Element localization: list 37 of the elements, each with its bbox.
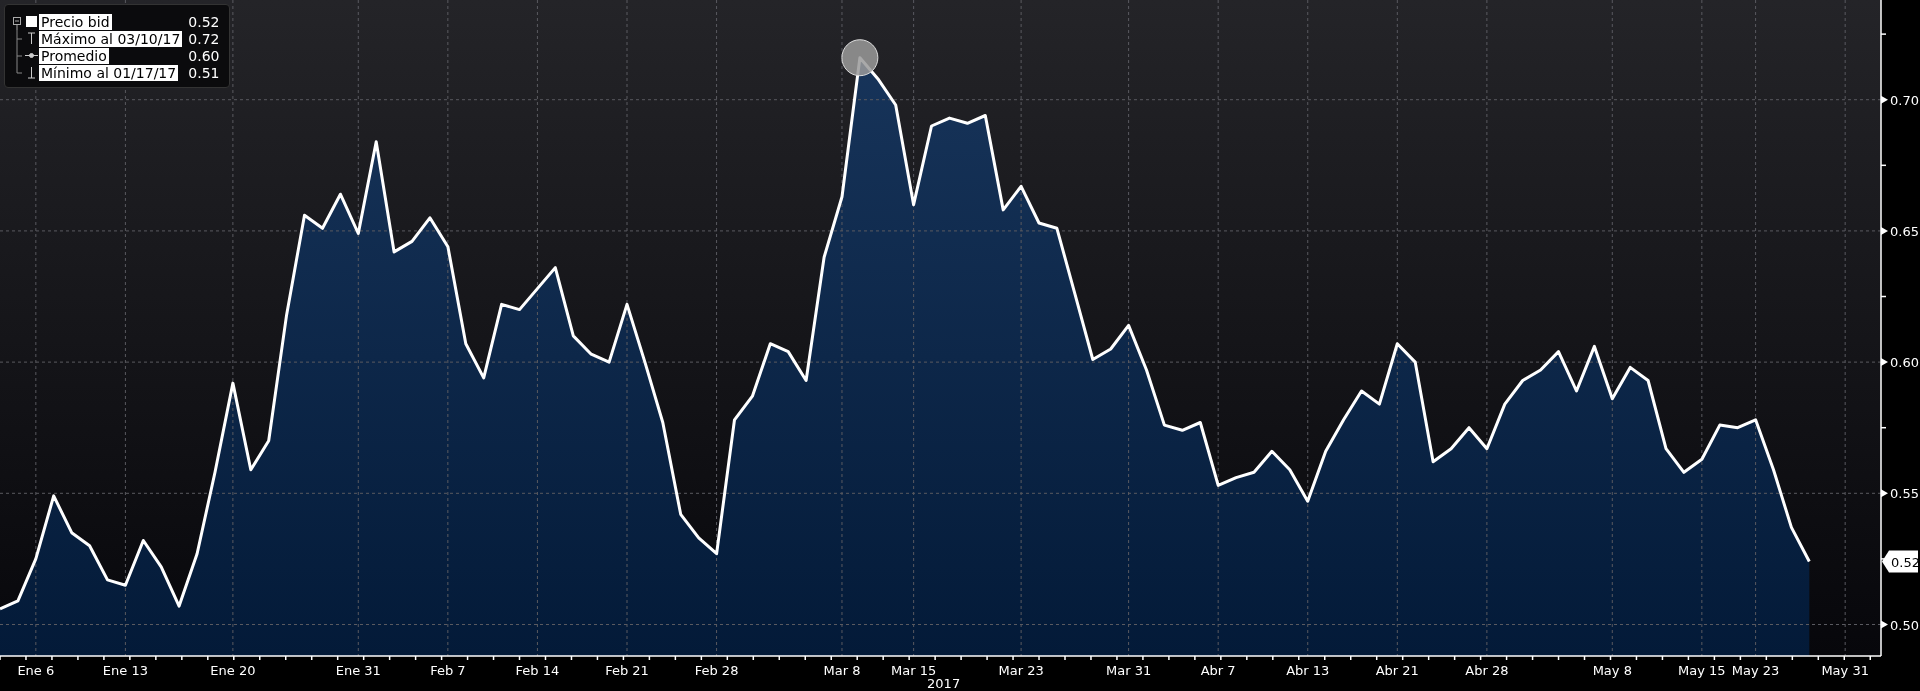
legend-label: Máximo al 03/10/17 — [39, 30, 183, 47]
x-tick-label: Ene 31 — [335, 663, 381, 678]
x-tick-label: Feb 28 — [694, 663, 739, 678]
x-tick-label: May 15 — [1678, 663, 1726, 678]
year-label: 2017 — [927, 676, 961, 691]
x-tick-label: May 23 — [1731, 663, 1780, 678]
y-tick-label: 0.60 — [1890, 355, 1919, 371]
x-tick-label: Abr 13 — [1286, 663, 1330, 678]
legend-label: Mínimo al 01/17/17 — [39, 64, 179, 81]
x-tick-label: Mar 31 — [1106, 663, 1152, 678]
x-tick-label: Mar 23 — [998, 663, 1044, 678]
x-tick-label: Feb 14 — [515, 663, 560, 678]
x-tick-label: Mar 15 — [891, 663, 937, 678]
peak-marker — [841, 39, 879, 77]
x-tick-label: Mar 8 — [823, 663, 861, 678]
y-tick-label: 0.55 — [1890, 486, 1919, 502]
legend-value: 0.60 — [187, 47, 220, 64]
legend-label: Precio bid — [39, 13, 112, 30]
x-tick-label: Ene 20 — [210, 663, 256, 678]
y-tick-label: 0.50 — [1890, 617, 1919, 633]
legend-value: 0.51 — [187, 64, 220, 81]
legend-value: 0.72 — [187, 30, 220, 47]
legend-value: 0.52 — [187, 13, 220, 30]
x-tick-label: Feb 21 — [605, 663, 649, 678]
x-tick-label: May 31 — [1821, 663, 1869, 678]
collapse-icon[interactable] — [11, 13, 39, 30]
x-tick-label: Abr 21 — [1375, 663, 1419, 678]
x-tick-label: May 8 — [1592, 663, 1632, 678]
y-tick-label: 0.70 — [1890, 92, 1919, 108]
x-tick-label: Feb 7 — [430, 663, 466, 678]
x-tick-label: Ene 13 — [102, 663, 148, 678]
last-value-flag: 0.52 — [1882, 550, 1920, 573]
x-tick-label: Abr 28 — [1465, 663, 1509, 678]
y-tick-label: 0.65 — [1890, 223, 1919, 239]
legend-label: Promedio — [39, 47, 109, 64]
x-tick-label: Abr 7 — [1200, 663, 1236, 678]
x-tick-label: Ene 6 — [17, 663, 55, 678]
